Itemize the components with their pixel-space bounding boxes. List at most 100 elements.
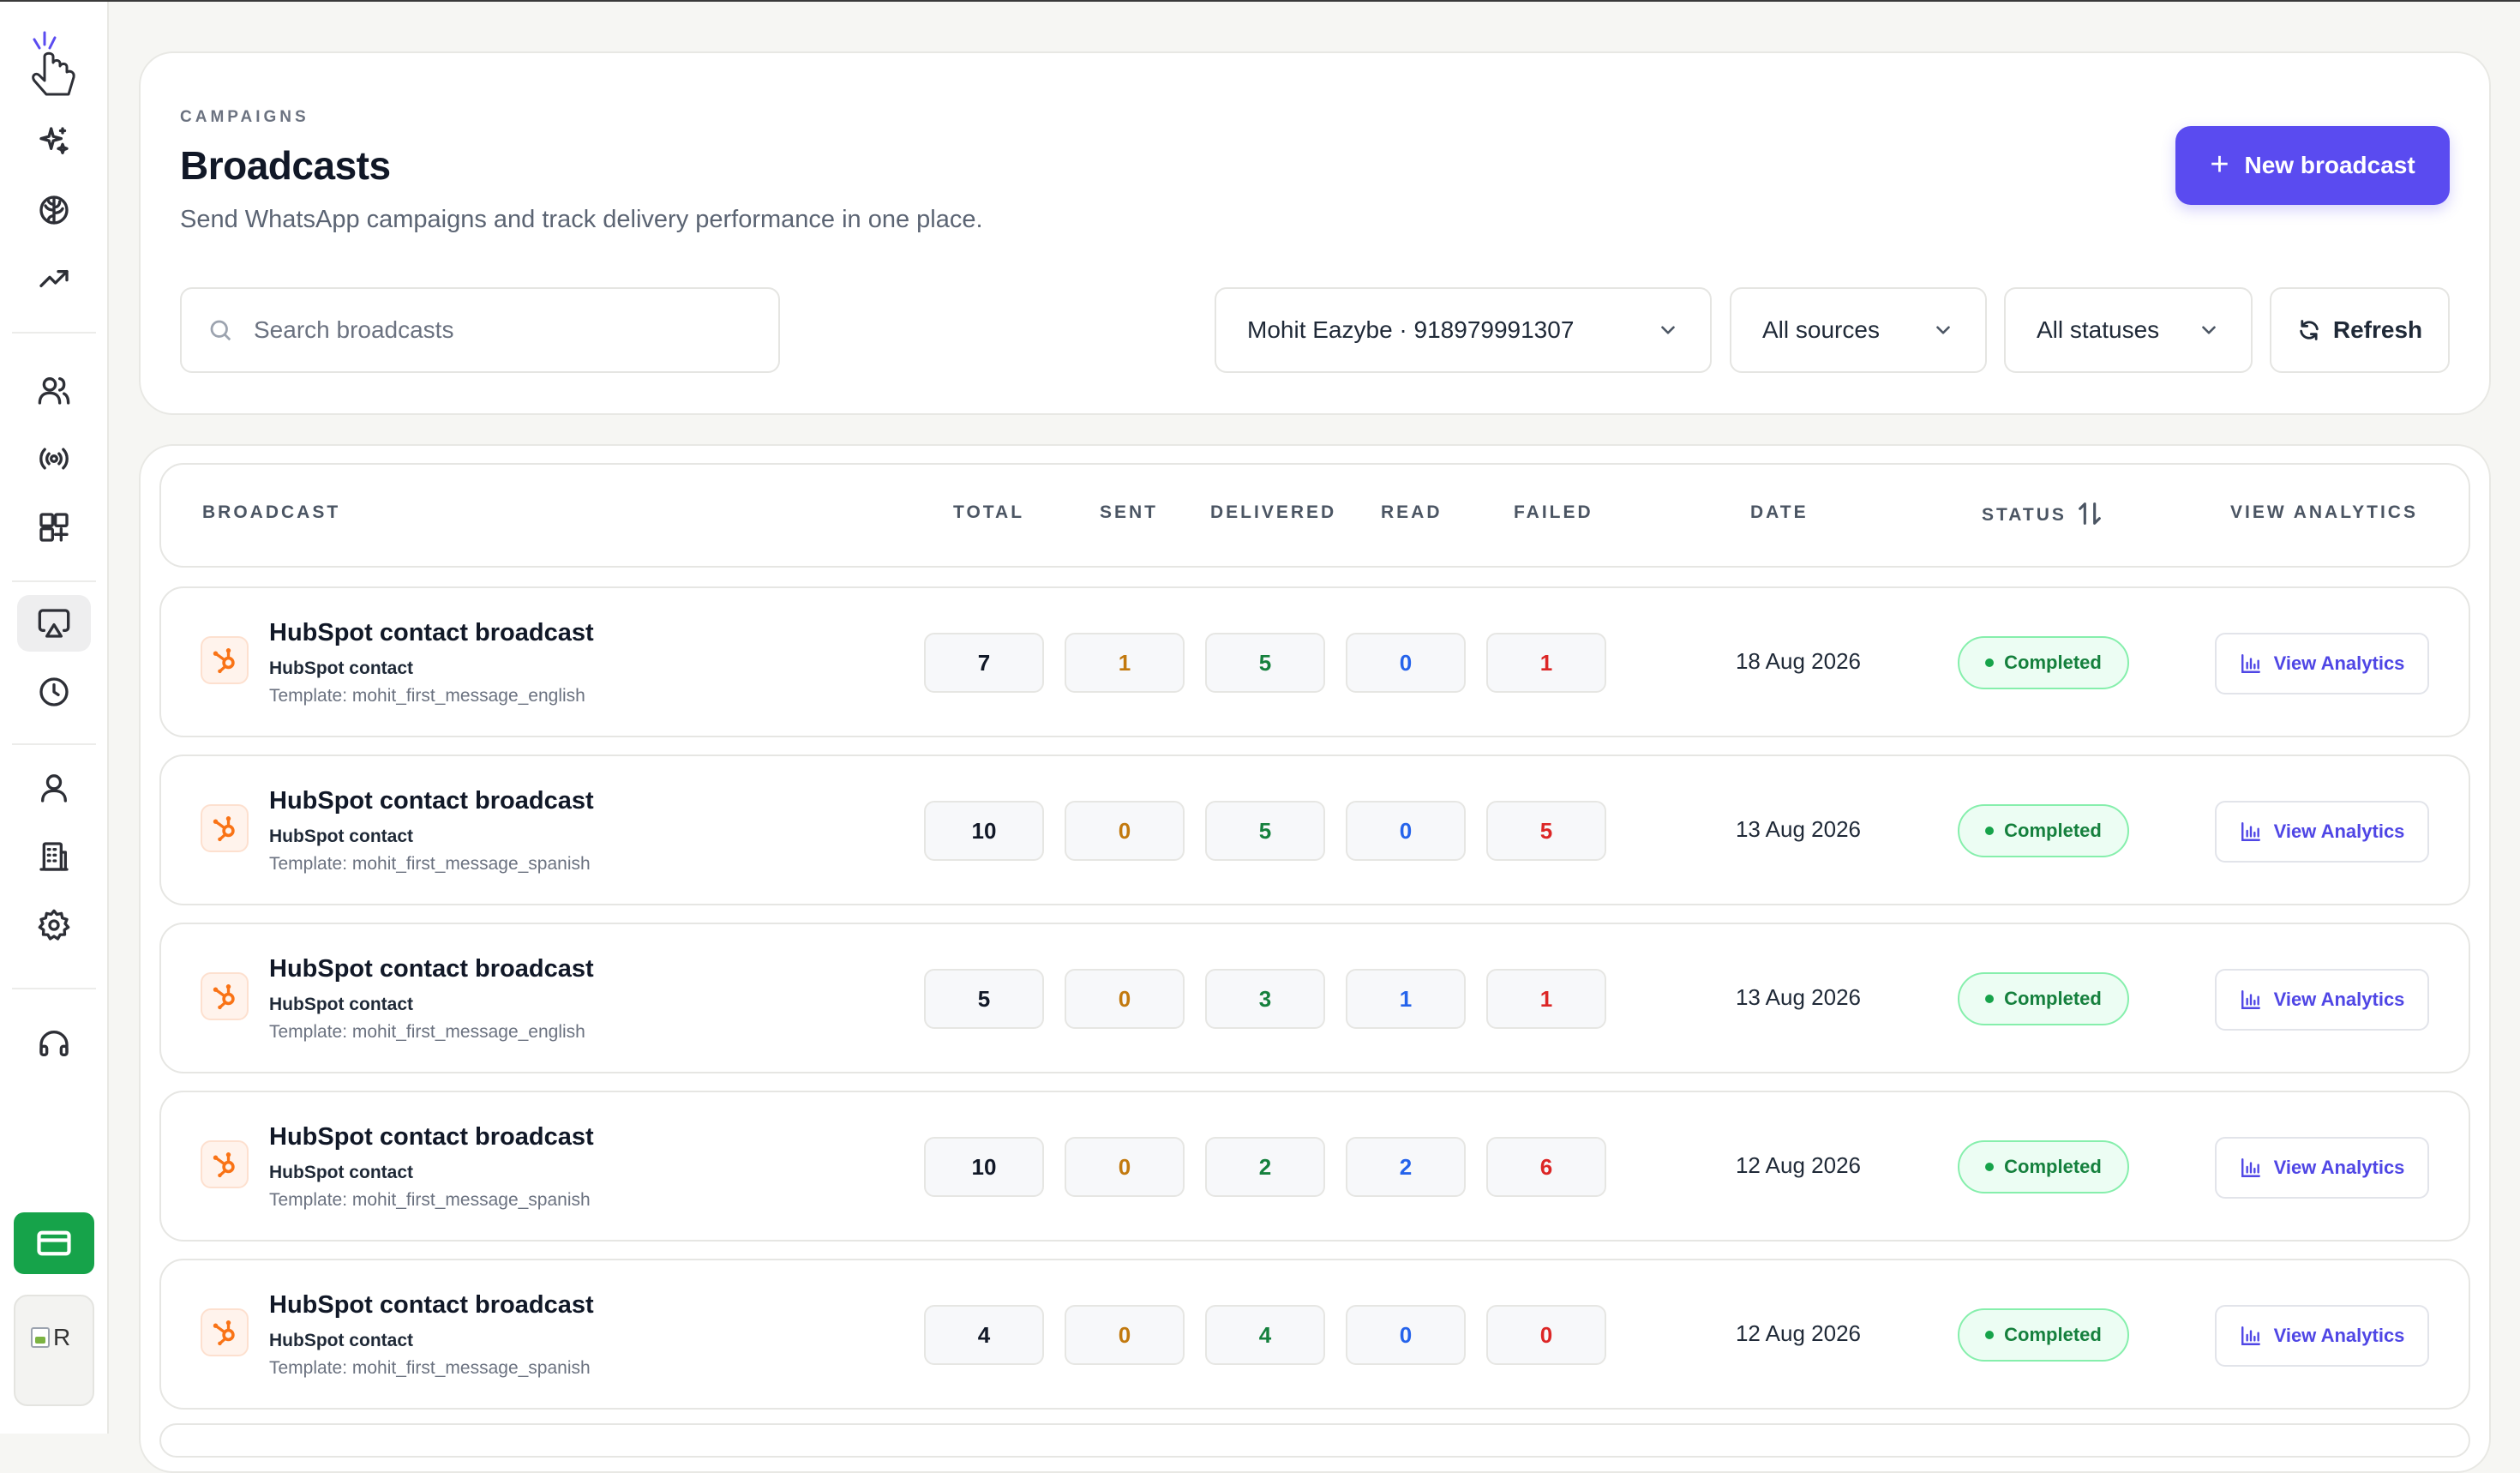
sent-count: 0 — [1065, 801, 1185, 861]
account-select-value: Mohit Eazybe · 918979991307 — [1247, 316, 1575, 343]
layout-plus-icon[interactable] — [17, 499, 91, 556]
page-title: Broadcasts — [180, 143, 391, 188]
bar-chart-icon — [2241, 822, 2260, 841]
status-badge: Completed — [1958, 636, 2129, 689]
sort-icon — [2078, 502, 2101, 525]
status-badge: Completed — [1958, 804, 2129, 857]
broadcast-source: HubSpot contact — [269, 1163, 413, 1182]
sent-count: 0 — [1065, 1305, 1185, 1365]
status-select[interactable]: All statuses — [2004, 287, 2253, 373]
refresh-button[interactable]: Refresh — [2270, 287, 2450, 373]
brain-icon[interactable] — [17, 182, 91, 238]
view-analytics-label: View Analytics — [2273, 652, 2405, 674]
broadcast-date: 13 Aug 2026 — [1735, 984, 1862, 1010]
monitor-cast-icon[interactable] — [17, 595, 91, 652]
broadcast-source: HubSpot contact — [269, 827, 413, 846]
failed-count: 5 — [1486, 801, 1606, 861]
trending-up-icon[interactable] — [17, 250, 91, 307]
avatar: R — [31, 1320, 82, 1355]
page-subtitle: Send WhatsApp campaigns and track delive… — [180, 206, 983, 233]
broadcast-name: HubSpot contact broadcast — [269, 619, 594, 646]
view-analytics-button[interactable]: View Analytics — [2215, 1305, 2429, 1367]
view-analytics-button[interactable]: View Analytics — [2215, 633, 2429, 694]
read-count: 1 — [1346, 969, 1466, 1029]
gear-icon[interactable] — [17, 897, 91, 953]
table-row[interactable]: HubSpot contact broadcast HubSpot contac… — [159, 755, 2470, 905]
sidebar-divider — [12, 988, 96, 989]
broadcast-date: 13 Aug 2026 — [1735, 816, 1862, 842]
broken-image-icon — [31, 1327, 50, 1348]
status-label: Completed — [2004, 988, 2102, 1009]
total-count: 10 — [924, 1137, 1044, 1197]
failed-count: 1 — [1486, 633, 1606, 693]
status-badge: Completed — [1958, 1140, 2129, 1193]
view-analytics-button[interactable]: View Analytics — [2215, 969, 2429, 1031]
source-select[interactable]: All sources — [1730, 287, 1987, 373]
sidebar: R — [0, 2, 109, 1434]
view-analytics-button[interactable]: View Analytics — [2215, 1137, 2429, 1199]
column-header-status-label: STATUS — [1982, 505, 2067, 525]
broadcast-source: HubSpot contact — [269, 658, 413, 678]
building-icon[interactable] — [17, 828, 91, 885]
app-logo-icon[interactable] — [21, 27, 86, 101]
bar-chart-icon — [2241, 654, 2260, 673]
user-icon[interactable] — [17, 760, 91, 816]
broadcast-signal-icon[interactable] — [17, 430, 91, 487]
delivered-count: 2 — [1205, 1137, 1325, 1197]
broadcast-source: HubSpot contact — [269, 995, 413, 1014]
broadcast-name: HubSpot contact broadcast — [269, 787, 594, 815]
status-label: Completed — [2004, 652, 2102, 673]
total-count: 4 — [924, 1305, 1044, 1365]
source-select-value: All sources — [1762, 316, 1880, 343]
read-count: 0 — [1346, 801, 1466, 861]
new-broadcast-button[interactable]: + New broadcast — [2175, 126, 2450, 205]
status-label: Completed — [2004, 1324, 2102, 1345]
billing-button[interactable] — [14, 1212, 94, 1274]
credit-card-icon — [37, 1230, 71, 1256]
table-row[interactable]: HubSpot contact broadcast HubSpot contac… — [159, 1259, 2470, 1410]
table-row[interactable]: HubSpot contact broadcast HubSpot contac… — [159, 1091, 2470, 1242]
status-dot — [1985, 827, 1995, 835]
status-dot — [1985, 995, 1995, 1003]
page-eyebrow: CAMPAIGNS — [180, 108, 309, 126]
total-count: 7 — [924, 633, 1044, 693]
hubspot-icon — [201, 1140, 249, 1188]
search-input[interactable] — [252, 316, 732, 345]
status-dot — [1985, 1331, 1995, 1339]
sent-count: 0 — [1065, 969, 1185, 1029]
chevron-down-icon — [1661, 326, 1675, 334]
search-box — [180, 287, 780, 373]
bar-chart-icon — [2241, 1326, 2260, 1345]
broadcast-template: Template: mohit_first_message_spanish — [269, 1190, 591, 1210]
column-header-status[interactable]: STATUS — [1982, 502, 2104, 528]
status-badge: Completed — [1958, 972, 2129, 1025]
account-select[interactable]: Mohit Eazybe · 918979991307 — [1215, 287, 1712, 373]
sidebar-divider — [12, 743, 96, 745]
users-icon[interactable] — [17, 362, 91, 418]
column-header-delivered: DELIVERED — [1210, 502, 1337, 522]
table-row[interactable]: HubSpot contact broadcast HubSpot contac… — [159, 586, 2470, 737]
hubspot-icon — [201, 972, 249, 1020]
headphones-icon[interactable] — [17, 1015, 91, 1072]
view-analytics-label: View Analytics — [2273, 1325, 2405, 1346]
broadcast-template: Template: mohit_first_message_english — [269, 1022, 585, 1042]
table-row[interactable]: HubSpot contact broadcast HubSpot contac… — [159, 923, 2470, 1073]
user-avatar-button[interactable]: R — [14, 1295, 94, 1406]
column-header-total: TOTAL — [953, 502, 1025, 522]
view-analytics-label: View Analytics — [2273, 1157, 2405, 1178]
view-analytics-button[interactable]: View Analytics — [2215, 801, 2429, 863]
clock-icon[interactable] — [17, 664, 91, 720]
column-header-failed: FAILED — [1514, 502, 1593, 522]
hubspot-icon — [201, 636, 249, 684]
refresh-label: Refresh — [2332, 316, 2423, 343]
broadcast-date: 18 Aug 2026 — [1735, 648, 1862, 674]
view-analytics-label: View Analytics — [2273, 989, 2405, 1010]
bar-chart-icon — [2241, 1158, 2260, 1177]
status-select-value: All statuses — [2037, 316, 2160, 343]
column-header-broadcast: BROADCAST — [202, 502, 341, 522]
search-icon — [210, 320, 231, 341]
column-header-sent: SENT — [1100, 502, 1159, 522]
sparkles-icon[interactable] — [17, 113, 91, 170]
sent-count: 1 — [1065, 633, 1185, 693]
status-dot — [1985, 1163, 1995, 1171]
